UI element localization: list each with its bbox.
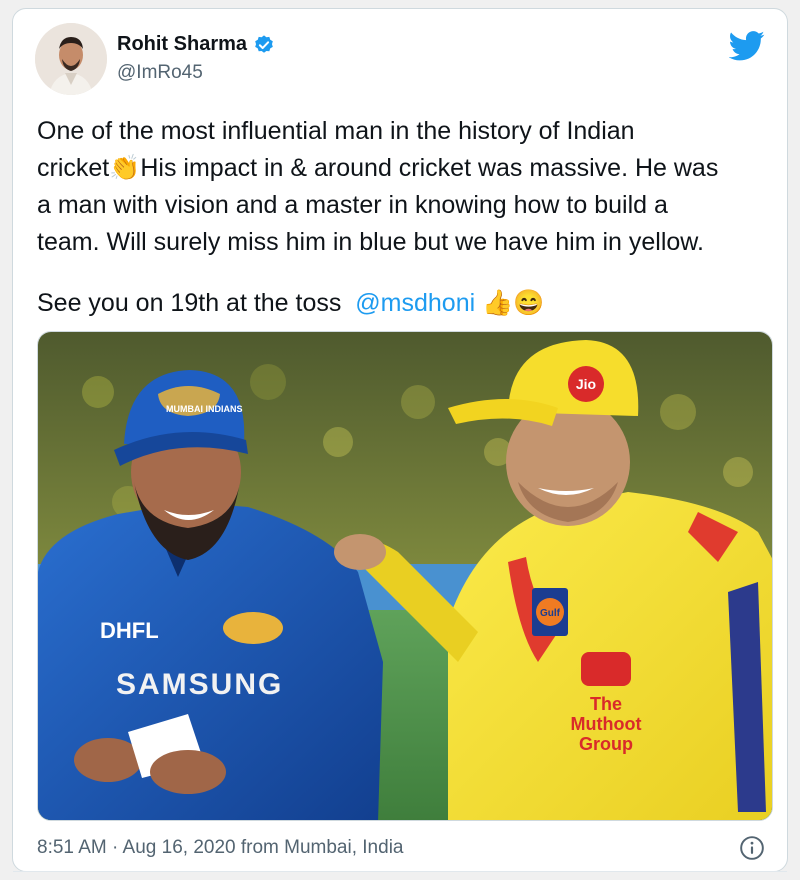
tweet-text-line2: See you on 19th at the toss @msdhoni 👍😄 [37,285,544,322]
dhfl-logo: DHFL [100,618,159,643]
gulf-logo: Gulf [540,608,561,619]
author-row: Rohit Sharma [117,33,275,56]
tweet-text-prefix: See you on 19th at the toss [37,289,356,317]
author-name[interactable]: Rohit Sharma [117,33,247,56]
mi-cap-logo: MUMBAI INDIANS [166,404,243,414]
tweet-photo[interactable]: DHFL SAMSUNG MUMBAI INDIANS Gulf The Mut… [37,331,773,821]
author-handle[interactable]: @ImRo45 [117,62,203,84]
emoji-suffix: 👍😄 [475,289,545,317]
muthoot-line3: Group [579,734,633,754]
twitter-bird-icon[interactable] [729,31,765,61]
mention-link[interactable]: @msdhoni [355,289,475,317]
info-icon[interactable] [739,835,765,861]
muthoot-line1: The [590,694,622,714]
avatar[interactable] [35,23,107,95]
tweet-card: Rohit Sharma @ImRo45 One of the most inf… [12,8,788,872]
muthoot-line2: Muthoot [571,714,642,734]
verified-badge-icon [255,34,273,53]
tweet-text: One of the most influential man in the h… [37,117,719,256]
card-divider [13,871,787,872]
jio-logo: Jio [576,376,596,392]
samsung-logo: SAMSUNG [116,668,283,701]
tweet-timestamp[interactable]: 8:51 AM · Aug 16, 2020 from Mumbai, Indi… [37,837,403,859]
